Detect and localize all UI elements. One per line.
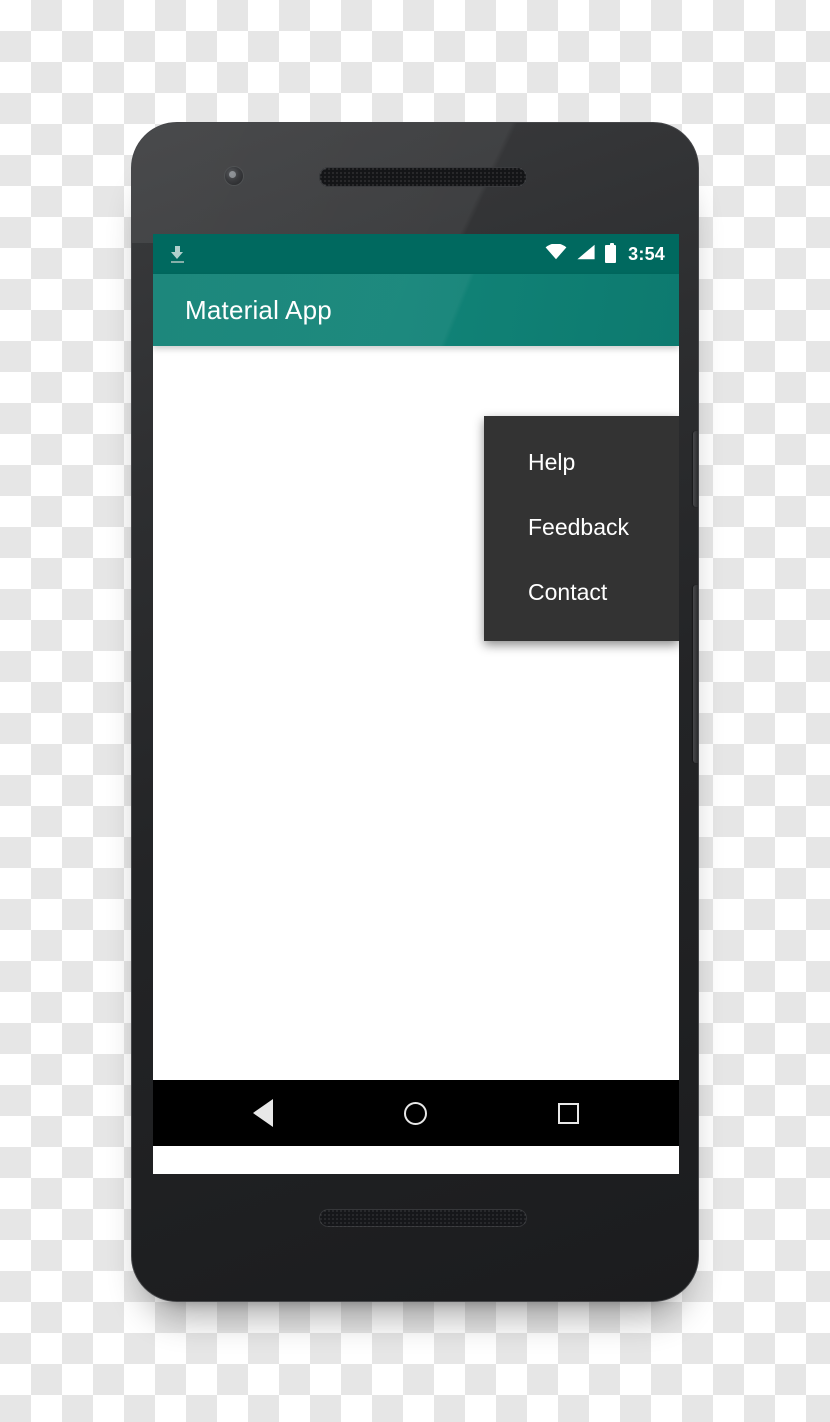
status-bar-clock: 3:54	[628, 243, 665, 264]
battery-icon	[605, 243, 617, 263]
status-bar[interactable]: 3:54	[153, 234, 679, 274]
android-navigation-bar	[153, 1080, 679, 1146]
earpiece-speaker-grille	[319, 167, 527, 187]
app-content-area: Help Feedback Contact	[153, 346, 679, 1080]
download-icon	[171, 245, 184, 263]
phone-device-body: 3:54 Material App Help Feedback Contact	[131, 122, 699, 1302]
app-bar: Material App	[153, 274, 679, 346]
status-bar-right-icons: 3:54	[545, 242, 665, 265]
home-button[interactable]	[386, 1090, 446, 1136]
circle-icon	[404, 1101, 428, 1125]
volume-rocker-button[interactable]	[693, 585, 698, 763]
bottom-speaker-grille	[319, 1209, 527, 1227]
back-button[interactable]	[233, 1090, 293, 1136]
square-icon	[558, 1102, 580, 1124]
overflow-menu-popup[interactable]: Help Feedback Contact	[484, 416, 679, 641]
screenshot-canvas: 3:54 Material App Help Feedback Contact	[0, 0, 830, 1422]
triangle-left-icon	[253, 1099, 274, 1127]
wifi-icon	[545, 242, 567, 265]
front-camera-icon	[225, 167, 243, 185]
menu-item-contact[interactable]: Contact	[484, 560, 679, 625]
page-title: Material App	[185, 294, 332, 325]
menu-item-help[interactable]: Help	[484, 430, 679, 495]
phone-screen: 3:54 Material App Help Feedback Contact	[153, 234, 679, 1174]
status-bar-left-icons	[171, 245, 545, 263]
recents-button[interactable]	[539, 1090, 599, 1136]
menu-item-feedback[interactable]: Feedback	[484, 495, 679, 560]
power-button[interactable]	[693, 431, 698, 507]
cellular-signal-icon	[576, 244, 596, 265]
